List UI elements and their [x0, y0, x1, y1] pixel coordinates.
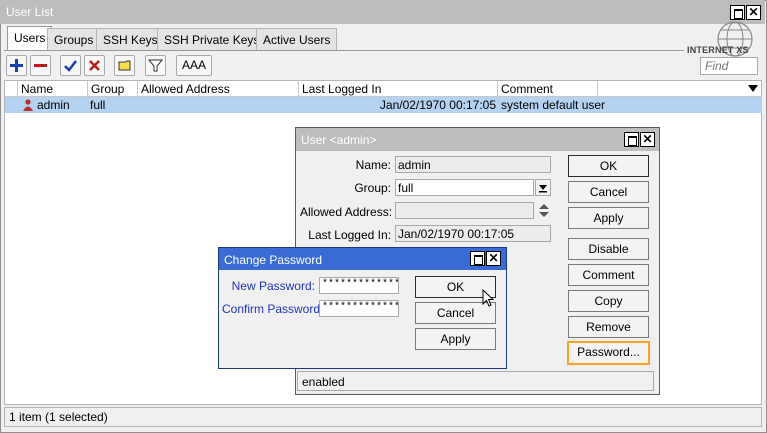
cell-comment: system default user: [501, 98, 606, 112]
last-logged-in-field: Jan/02/1970 00:17:05: [395, 225, 551, 242]
column-header-name[interactable]: Name: [18, 81, 88, 97]
close-icon[interactable]: ✕: [640, 132, 655, 147]
column-header-group[interactable]: Group: [88, 81, 138, 97]
column-header-comment[interactable]: Comment: [498, 81, 598, 97]
column-header-allowed-address[interactable]: Allowed Address: [138, 81, 299, 97]
group-label: Group:: [354, 181, 391, 195]
status-bar: 1 item (1 selected): [4, 407, 762, 427]
comment-button[interactable]: [114, 55, 135, 76]
logo-text: INTERNET XS: [687, 45, 749, 55]
cell-last-logged-in: Jan/02/1970 00:17:05: [379, 98, 496, 112]
allowed-address-label: Allowed Address:: [300, 205, 393, 219]
minus-icon: [34, 64, 47, 67]
tab-active-users[interactable]: Active Users: [256, 28, 338, 50]
apply-button[interactable]: Apply: [568, 207, 649, 229]
disable-button[interactable]: Disable: [568, 238, 649, 260]
window-title: User List: [6, 5, 54, 19]
plus-icon: [10, 59, 23, 72]
user-dialog-status: enabled: [297, 371, 654, 391]
change-password-title: Change Password: [224, 253, 323, 267]
column-header-select[interactable]: [5, 81, 18, 97]
tab-ssh-keys[interactable]: SSH Keys: [96, 28, 165, 50]
cancel-button[interactable]: Cancel: [568, 181, 649, 203]
window-titlebar[interactable]: [0, 0, 765, 24]
note-icon: [118, 60, 131, 71]
name-field[interactable]: admin: [395, 156, 551, 173]
user-dialog-title: User <admin>: [301, 133, 377, 147]
cell-name: admin: [37, 98, 70, 112]
disable-button[interactable]: [84, 55, 105, 76]
maximize-icon[interactable]: [624, 132, 639, 147]
user-icon: [23, 99, 33, 111]
column-header-label: Name: [21, 82, 54, 96]
enable-button[interactable]: [60, 55, 81, 76]
confirm-password-label: Confirm Password:: [222, 302, 324, 316]
column-header-last-logged-in[interactable]: Last Logged In: [299, 81, 498, 97]
tab-ssh-private-keys[interactable]: SSH Private Keys: [157, 28, 267, 50]
tab-users[interactable]: Users: [7, 26, 53, 50]
filter-button[interactable]: [145, 55, 166, 76]
copy-button[interactable]: Copy: [568, 290, 649, 312]
filter-icon: [148, 59, 163, 72]
dropdown-arrow-icon: [539, 185, 547, 193]
password-button[interactable]: Password...: [567, 341, 650, 365]
add-button[interactable]: [6, 55, 27, 76]
mouse-cursor-icon: [482, 289, 495, 307]
close-icon[interactable]: ✕: [486, 251, 501, 266]
up-down-arrows-icon[interactable]: [538, 203, 550, 218]
apply-button[interactable]: Apply: [415, 328, 496, 350]
group-select[interactable]: full: [395, 179, 534, 196]
x-icon: [89, 60, 100, 71]
aaa-button[interactable]: AAA: [176, 55, 212, 76]
name-label: Name:: [355, 158, 391, 172]
cell-group: full: [90, 98, 106, 112]
confirm-password-field[interactable]: ****************: [319, 300, 399, 317]
comment-button[interactable]: Comment: [568, 264, 649, 286]
ok-button[interactable]: OK: [568, 155, 649, 177]
allowed-address-field[interactable]: [395, 202, 534, 219]
checkmark-icon: [64, 60, 77, 72]
remove-button[interactable]: Remove: [568, 316, 649, 338]
last-logged-in-label: Last Logged In:: [308, 228, 391, 242]
group-dropdown-button[interactable]: [535, 179, 551, 196]
tab-groups[interactable]: Groups: [47, 28, 101, 50]
find-input[interactable]: [700, 57, 758, 75]
column-menu-icon[interactable]: [748, 85, 758, 93]
new-password-label: New Password:: [231, 279, 315, 293]
tab-divider: [4, 50, 684, 51]
remove-button[interactable]: [30, 55, 51, 76]
column-header-filler: [598, 81, 761, 97]
maximize-icon[interactable]: [470, 251, 485, 266]
new-password-field[interactable]: ****************: [319, 277, 399, 294]
